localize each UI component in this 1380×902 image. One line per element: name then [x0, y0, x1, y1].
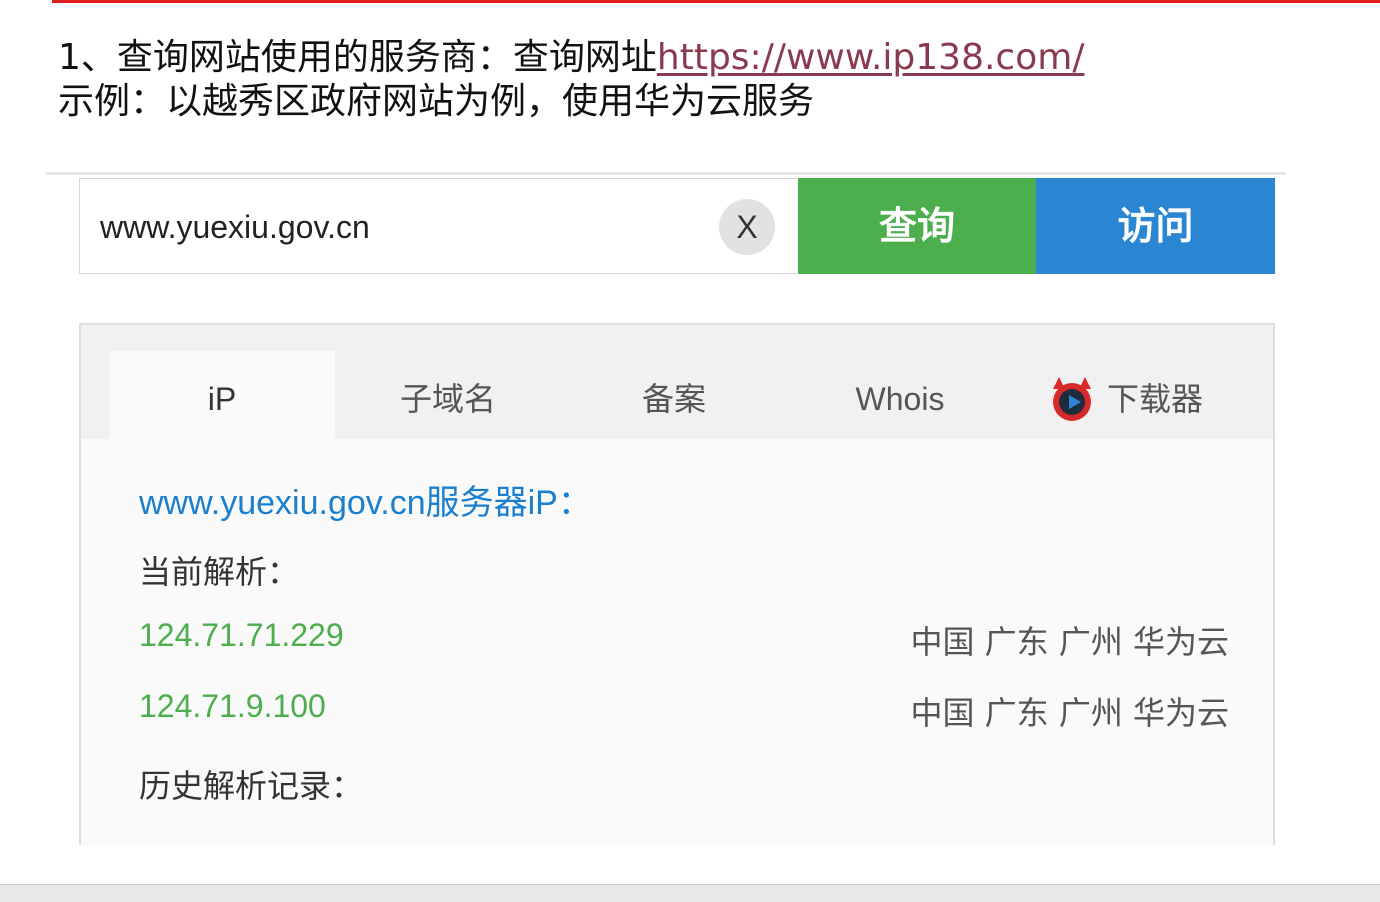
instruction-line-2: 示例：以越秀区政府网站为例，使用华为云服务: [58, 81, 815, 122]
visit-button[interactable]: 访问: [1036, 178, 1275, 274]
ip138-screenshot: www.yuexiu.gov.cn X 查询 访问 iP 子域名 备案 Whoi…: [46, 172, 1286, 845]
tab-whois[interactable]: Whois: [787, 351, 1013, 439]
tab-subdomain[interactable]: 子域名: [335, 351, 561, 439]
history-resolution-label: 历史解析记录：: [139, 767, 364, 805]
tab-icp-label: 备案: [641, 380, 706, 418]
server-ip-title: www.yuexiu.gov.cn服务器iP：: [139, 484, 592, 522]
ip-address[interactable]: 124.71.9.100: [139, 688, 326, 725]
top-red-rule: [52, 0, 1380, 3]
instruction-line-1: 1、查询网站使用的服务商：查询网址https://www.ip138.com/: [58, 36, 1084, 80]
ip-address[interactable]: 124.71.71.229: [139, 617, 344, 654]
tab-downloader[interactable]: 下载器: [1041, 351, 1241, 439]
ip138-link[interactable]: https://www.ip138.com/: [657, 37, 1085, 78]
query-button[interactable]: 查询: [798, 178, 1036, 274]
tab-ip-label: iP: [207, 381, 237, 417]
result-panel: iP 子域名 备案 Whois 下载器 www.yuexiu.gov.cn服务器…: [79, 323, 1275, 845]
downloader-devil-icon: [1053, 383, 1091, 421]
record-row: 124.71.9.100 中国 广东 广州 华为云: [139, 688, 1229, 734]
current-resolution-label: 当前解析：: [139, 553, 300, 591]
clear-input-button[interactable]: X: [719, 199, 775, 255]
tab-ip[interactable]: iP: [109, 351, 335, 439]
tab-subdomain-label: 子域名: [399, 380, 496, 418]
tab-icp-record[interactable]: 备案: [561, 351, 787, 439]
bottom-scrollbar-strip: [0, 884, 1380, 902]
ip-location: 中国 广东 广州 华为云: [910, 623, 1229, 661]
domain-search-input[interactable]: www.yuexiu.gov.cn X: [79, 178, 797, 274]
tab-downloader-label: 下载器: [1107, 380, 1204, 418]
instruction-text: 1、查询网站使用的服务商：查询网址: [58, 37, 657, 78]
record-row: 124.71.71.229 中国 广东 广州 华为云: [139, 617, 1229, 663]
search-input-value: www.yuexiu.gov.cn: [100, 209, 370, 245]
ip-location: 中国 广东 广州 华为云: [910, 694, 1229, 732]
tab-whois-label: Whois: [855, 381, 945, 417]
tab-bar: iP 子域名 备案 Whois 下载器: [81, 325, 1273, 439]
